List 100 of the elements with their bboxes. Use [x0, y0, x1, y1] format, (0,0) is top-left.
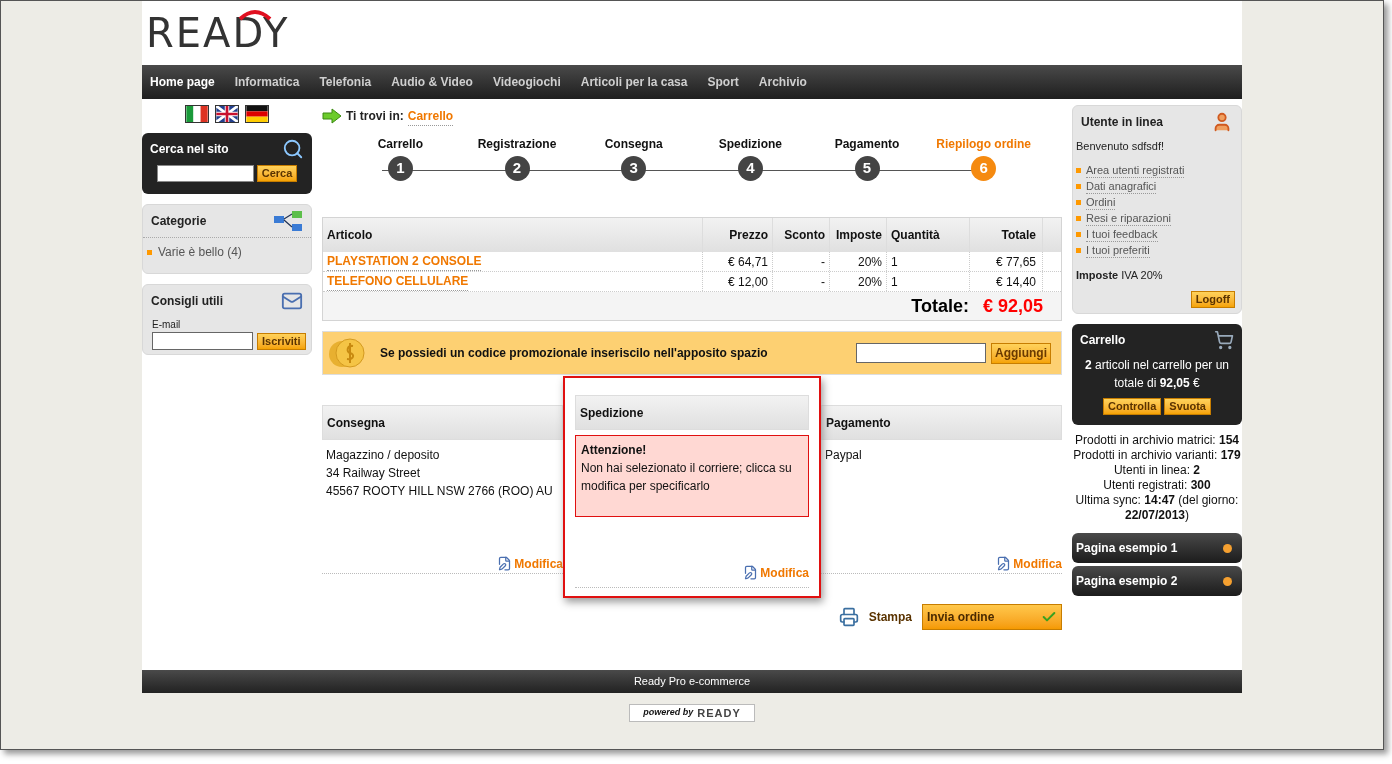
table-cell: € 12,00: [703, 272, 773, 291]
promo-text: Se possiedi un codice promozionale inseriscilo nell'apposito spazio: [380, 345, 769, 362]
hierarchy-icon: [273, 210, 303, 232]
nav-link[interactable]: Sport: [707, 73, 739, 91]
box-title: Categorie: [151, 213, 207, 230]
table-cell: 1: [887, 272, 970, 291]
box-title: Cerca nel sito: [150, 141, 229, 158]
bullet-icon: [1076, 248, 1081, 253]
user-link[interactable]: I tuoi feedback: [1086, 227, 1158, 242]
arrow-right-icon: [322, 108, 342, 124]
envelope-icon: [281, 290, 303, 312]
box-title: Carrello: [1080, 332, 1126, 349]
search-field[interactable]: [156, 165, 254, 182]
panel-text: Magazzino / deposito: [326, 447, 441, 464]
table-cell: € 14,40: [970, 272, 1043, 291]
promo-code-field[interactable]: [856, 343, 986, 363]
uk-flag-icon[interactable]: [215, 105, 239, 123]
bullet-icon: [147, 249, 152, 255]
step-label: Consegna: [604, 136, 663, 153]
nav-link[interactable]: Informatica: [234, 73, 300, 91]
table-cell: 20%: [830, 252, 887, 271]
nav-link[interactable]: Articoli per la casa: [580, 73, 688, 91]
panel-text: 34 Railway Street: [326, 465, 422, 482]
step-number: 2: [504, 156, 530, 181]
stat-text: Prodotti in archivio varianti: 179: [1073, 448, 1241, 463]
panel-header: Spedizione: [575, 395, 809, 430]
nav-link[interactable]: Home page: [150, 73, 215, 91]
tax-text: Imposte IVA 20%: [1076, 267, 1164, 283]
cart-icon: [1214, 330, 1234, 350]
email-field[interactable]: [152, 332, 253, 350]
alert-title: Attenzione!: [581, 442, 648, 459]
stat-text: Ultima sync: 14:47 (del giorno: 22/07/2013): [1074, 493, 1240, 523]
stat-text: Utenti in linea: 2: [1113, 463, 1201, 478]
box-title: Utente in linea: [1081, 114, 1163, 131]
user-link[interactable]: I tuoi preferiti: [1086, 243, 1150, 258]
step-number: 5: [854, 156, 880, 181]
category-link[interactable]: Varie è bello (4): [158, 243, 242, 261]
total-value: € 92,05: [982, 294, 1043, 318]
breadcrumb-label: Ti trovi in:: [346, 108, 404, 125]
print-link[interactable]: Stampa: [868, 608, 912, 626]
cart-button[interactable]: Controlla: [1103, 398, 1162, 415]
bullet-icon: [1076, 168, 1081, 173]
powered-by-badge[interactable]: powered by READY: [629, 704, 755, 722]
table-cell: -: [773, 252, 830, 271]
edit-icon: [743, 565, 759, 580]
footer-bar: Ready Pro e-commerce: [142, 670, 1242, 693]
edit-icon: [996, 556, 1012, 571]
email-label: E-mail: [152, 318, 182, 332]
total-label: Totale:: [911, 294, 969, 318]
step-label: Riepilogo ordine: [936, 136, 1032, 153]
step-label: Spedizione: [718, 136, 782, 153]
table-cell: 1: [887, 252, 970, 271]
user-link[interactable]: Dati anagrafici: [1086, 179, 1157, 194]
nav-link[interactable]: Videogiochi: [492, 73, 561, 91]
bullet-icon: [1076, 232, 1081, 237]
cart-button[interactable]: Svuota: [1164, 398, 1211, 415]
page-link[interactable]: Pagina esempio 1: [1072, 533, 1242, 563]
italy-flag-icon[interactable]: [185, 105, 209, 123]
submit-order-button[interactable]: Invia ordine: [922, 604, 1062, 630]
stat-text: Prodotti in archivio matrici: 154: [1074, 433, 1240, 448]
step-label: Registrazione: [477, 136, 557, 153]
logo[interactable]: READY: [146, 13, 290, 53]
user-link[interactable]: Area utenti registrati: [1086, 163, 1185, 178]
panel-header: Consegna: [322, 405, 563, 440]
subscribe-button[interactable]: Iscriviti: [257, 332, 306, 350]
brand-text: READY: [697, 705, 741, 721]
nav-link[interactable]: Archivio: [758, 73, 807, 91]
table-cell: 20%: [830, 272, 887, 291]
box-title: Consigli utili: [151, 293, 223, 310]
add-button[interactable]: Aggiungi: [991, 342, 1051, 364]
bullet-icon: [1076, 184, 1081, 189]
search-button[interactable]: Cerca: [256, 165, 298, 182]
table-cell: € 77,65: [970, 252, 1043, 271]
nav-link[interactable]: Audio & Video: [391, 73, 473, 91]
step-label: Pagamento: [834, 136, 900, 153]
germany-flag-icon[interactable]: [245, 105, 269, 123]
table-cell: € 64,71: [703, 252, 773, 271]
nav-link[interactable]: Telefonia: [319, 73, 372, 91]
powered-by-text: powered by: [643, 706, 694, 720]
user-link[interactable]: Resi e riparazioni: [1086, 211, 1171, 226]
table-cell: -: [773, 272, 830, 291]
panel-text: Paypal: [825, 447, 863, 464]
edit-icon: [497, 556, 513, 571]
cart-summary: 2 articoli nel carrello per un totale di 92,05 €: [1083, 357, 1231, 392]
panel-header: Pagamento: [821, 405, 1062, 440]
step-label: Carrello: [377, 136, 423, 153]
printer-icon: [838, 607, 859, 627]
step-number: 1: [387, 156, 413, 181]
bullet-icon: [1076, 216, 1081, 221]
search-icon: [282, 138, 304, 160]
panel-text: 45567 ROOTY HILL NSW 2766 (ROO) AU: [326, 483, 554, 500]
step-number: 3: [621, 156, 647, 181]
stat-text: Utenti registrati: 300: [1103, 478, 1211, 493]
step-number: 4: [737, 156, 763, 181]
page-link[interactable]: Pagina esempio 2: [1072, 566, 1242, 596]
bullet-icon: [1076, 200, 1081, 205]
logoff-button[interactable]: Logoff: [1190, 291, 1235, 308]
alert-text: Non hai selezionato il corriere; clicca su modifica per specificarlo: [581, 460, 793, 495]
welcome-text: Benvenuto sdfsdf!: [1076, 139, 1166, 154]
user-link[interactable]: Ordini: [1086, 195, 1116, 210]
